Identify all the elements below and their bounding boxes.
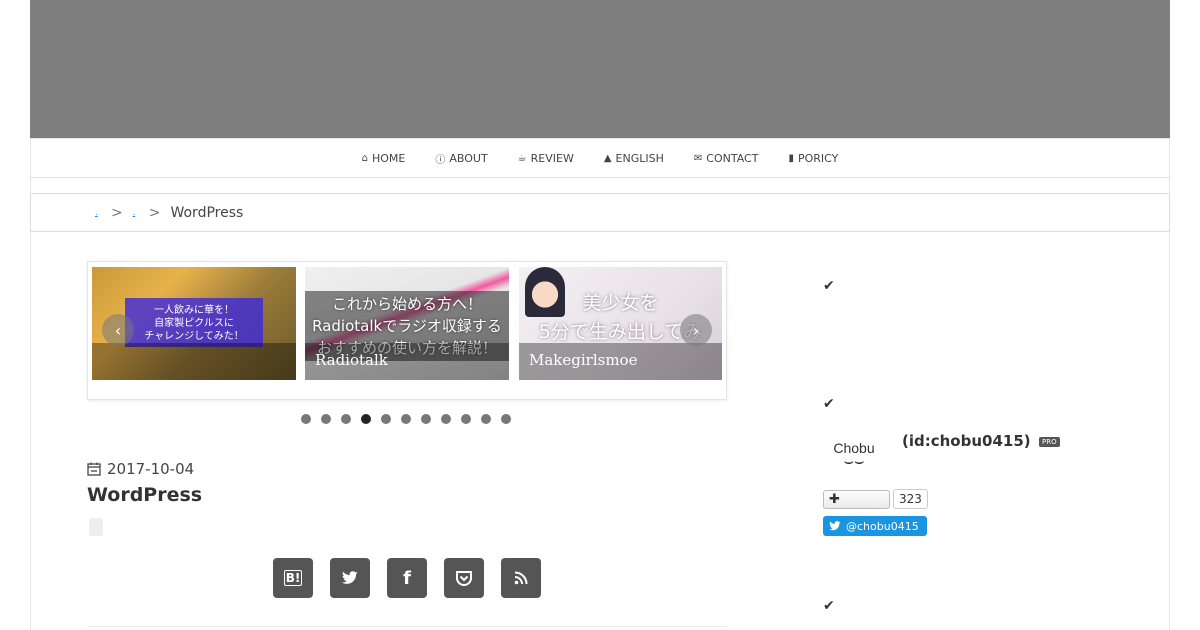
nav-home-label: HOME xyxy=(371,151,406,165)
check-icon: ✔ xyxy=(823,396,835,412)
check-icon: ✔ xyxy=(823,278,835,294)
post-date: 2017-10-04 xyxy=(87,460,194,478)
pagination-dot[interactable] xyxy=(321,414,331,424)
promo-line: 自家製ピクルスに xyxy=(154,318,234,329)
post-date-text: 2017-10-04 xyxy=(107,460,195,478)
pagination-dot[interactable] xyxy=(501,414,511,424)
nav-english-label: ENGLISH xyxy=(615,151,664,165)
breadcrumb-category-link[interactable]: . xyxy=(133,208,139,217)
pagination-dot[interactable] xyxy=(401,414,411,424)
share-hatena-button[interactable]: B! xyxy=(273,558,313,598)
pagination-dot[interactable] xyxy=(301,414,311,424)
nav-contact-label: CONTACT xyxy=(706,151,759,165)
slide-caption: Radiotalk xyxy=(305,343,509,380)
slide-promo-text: 一人飲みに華を！ 自家製ピクルスに チャレンジしてみた！ xyxy=(125,298,263,347)
pagination-dot[interactable] xyxy=(361,414,371,424)
nav-poricy-label: PORICY xyxy=(797,151,839,165)
facebook-icon: f xyxy=(403,567,411,589)
share-twitter-button[interactable] xyxy=(330,558,370,598)
twitter-follow-button[interactable]: @chobu0415 xyxy=(823,516,927,536)
nav-review-label: REVIEW xyxy=(530,151,574,165)
plus-icon: ✚ xyxy=(829,492,840,507)
promo-line: チャレンジしてみた！ xyxy=(144,331,244,342)
overlay-line: Radiotalkでラジオ収録する xyxy=(312,317,502,335)
breadcrumb-separator: > xyxy=(148,204,161,221)
mustache-icon: ⌣⌣ xyxy=(843,453,865,470)
nav-review[interactable]: ☕ REVIEW xyxy=(518,152,574,165)
slide-radiotalk[interactable]: これから始める方へ！ Radiotalkでラジオ収録する おすすめの使い方を解説… xyxy=(305,267,509,380)
slide-caption: Makegirlsmoe xyxy=(519,343,722,380)
nav-contact[interactable]: ✉ CONTACT xyxy=(694,152,759,165)
twitter-icon xyxy=(829,521,841,531)
breadcrumb-home-link[interactable]: . xyxy=(95,208,101,217)
follow-button[interactable]: ✚ xyxy=(823,490,890,509)
pagination-dot[interactable] xyxy=(441,414,451,424)
pagination-dot[interactable] xyxy=(421,414,431,424)
graduation-cap-icon: ▲ xyxy=(603,152,612,164)
info-icon: ⓘ xyxy=(435,154,446,166)
share-facebook-button[interactable]: f xyxy=(387,558,427,598)
coffee-icon: ☕ xyxy=(517,152,527,164)
profile-avatar[interactable]: Chobu ⌣⌣ xyxy=(823,440,885,476)
chevron-right-icon: › xyxy=(692,320,700,340)
post-category-tag[interactable] xyxy=(89,518,103,536)
slide-caption xyxy=(92,343,296,380)
rss-icon xyxy=(514,571,528,585)
profile-id[interactable]: (id:chobu0415) xyxy=(902,432,1031,450)
calendar-icon xyxy=(87,462,101,476)
file-icon: ▮ xyxy=(788,152,794,164)
check-icon: ✔ xyxy=(823,598,835,614)
hatena-bookmark-icon: B! xyxy=(283,570,303,586)
pagination-dot[interactable] xyxy=(341,414,351,424)
nav-home[interactable]: ⌂ HOME xyxy=(362,152,406,165)
featured-slider: 一人飲みに華を！ 自家製ピクルスに チャレンジしてみた！ これから始める方へ！ … xyxy=(87,261,727,400)
pagination-dot[interactable] xyxy=(381,414,391,424)
slider-pagination xyxy=(301,414,511,424)
nav-english[interactable]: ▲ ENGLISH xyxy=(604,152,664,165)
pocket-icon xyxy=(456,570,472,586)
nav-poricy[interactable]: ▮ PORICY xyxy=(788,152,838,165)
twitter-handle: @chobu0415 xyxy=(846,519,919,533)
pagination-dot[interactable] xyxy=(461,414,471,424)
page: ⌂ HOME ⓘ ABOUT ☕ REVIEW ▲ ENGLISH ✉ CONT… xyxy=(0,0,1200,630)
overlay-line: これから始める方へ！ xyxy=(331,295,482,313)
global-nav: ⌂ HOME ⓘ ABOUT ☕ REVIEW ▲ ENGLISH ✉ CONT… xyxy=(30,138,1170,178)
share-rss-button[interactable] xyxy=(501,558,541,598)
nav-about-label: ABOUT xyxy=(449,151,488,165)
chevron-left-icon: ‹ xyxy=(114,320,122,340)
breadcrumb: . > . > WordPress xyxy=(30,193,1170,232)
slider-next-button[interactable]: › xyxy=(680,314,712,346)
header-banner[interactable] xyxy=(30,0,1170,138)
home-icon: ⌂ xyxy=(361,152,368,164)
breadcrumb-separator: > xyxy=(111,204,123,221)
nav-about[interactable]: ⓘ ABOUT xyxy=(435,151,487,166)
follower-count: 323 xyxy=(893,489,928,509)
post-title: WordPress xyxy=(87,484,203,506)
promo-line: 一人飲みに華を！ xyxy=(154,305,234,316)
slider-prev-button[interactable]: ‹ xyxy=(102,314,134,346)
content-divider xyxy=(87,626,727,630)
share-pocket-button[interactable] xyxy=(444,558,484,598)
envelope-icon: ✉ xyxy=(693,152,703,164)
breadcrumb-current: WordPress xyxy=(170,204,244,221)
pagination-dot[interactable] xyxy=(481,414,491,424)
pro-badge: PRO xyxy=(1039,437,1060,447)
twitter-icon xyxy=(342,571,358,584)
